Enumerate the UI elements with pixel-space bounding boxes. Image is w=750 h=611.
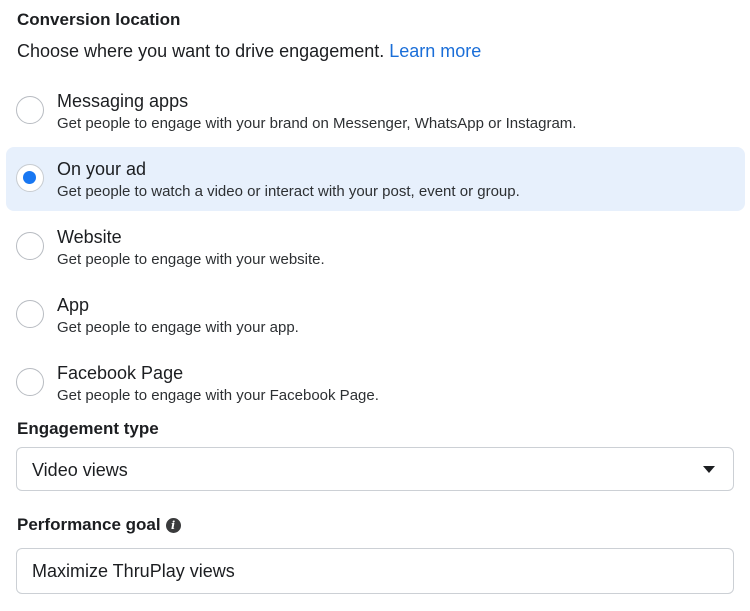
performance-goal-label: Performance goal <box>17 515 161 534</box>
performance-goal-dropdown[interactable]: Maximize ThruPlay views <box>16 548 734 594</box>
option-on-your-ad[interactable]: On your ad Get people to watch a video o… <box>6 147 745 211</box>
performance-goal-value: Maximize ThruPlay views <box>32 561 235 581</box>
option-messaging-apps[interactable]: Messaging apps Get people to engage with… <box>6 79 745 143</box>
performance-goal-title: Performance goal i <box>17 515 181 535</box>
option-label: Messaging apps <box>57 91 189 111</box>
option-description: Get people to engage with your brand on … <box>57 115 577 132</box>
radio-button[interactable] <box>16 300 44 328</box>
option-description: Get people to watch a video or interact … <box>57 183 520 200</box>
option-facebook-page[interactable]: Facebook Page Get people to engage with … <box>6 351 745 415</box>
conversion-location-subtitle: Choose where you want to drive engagemen… <box>17 40 481 62</box>
option-label: On your ad <box>57 159 147 179</box>
subtitle-text: Choose where you want to drive engagemen… <box>17 41 385 61</box>
engagement-type-dropdown[interactable]: Video views <box>16 447 734 491</box>
option-label: Facebook Page <box>57 363 184 383</box>
radio-button[interactable] <box>16 368 44 396</box>
radio-button[interactable] <box>16 96 44 124</box>
option-description: Get people to engage with your Facebook … <box>57 387 379 404</box>
caret-down-icon <box>703 466 715 473</box>
conversion-location-options: Messaging apps Get people to engage with… <box>6 79 745 419</box>
option-label: Website <box>57 227 122 247</box>
radio-button[interactable] <box>16 232 44 260</box>
option-app[interactable]: App Get people to engage with your app. <box>6 283 745 347</box>
learn-more-link[interactable]: Learn more <box>389 41 481 61</box>
option-website[interactable]: Website Get people to engage with your w… <box>6 215 745 279</box>
info-icon[interactable]: i <box>165 518 181 533</box>
conversion-location-title: Conversion location <box>17 10 181 29</box>
option-description: Get people to engage with your app. <box>57 319 299 336</box>
engagement-type-value: Video views <box>32 460 128 480</box>
option-label: App <box>57 295 90 315</box>
option-description: Get people to engage with your website. <box>57 251 325 268</box>
engagement-type-title: Engagement type <box>17 419 159 438</box>
radio-button-checked[interactable] <box>16 164 44 192</box>
